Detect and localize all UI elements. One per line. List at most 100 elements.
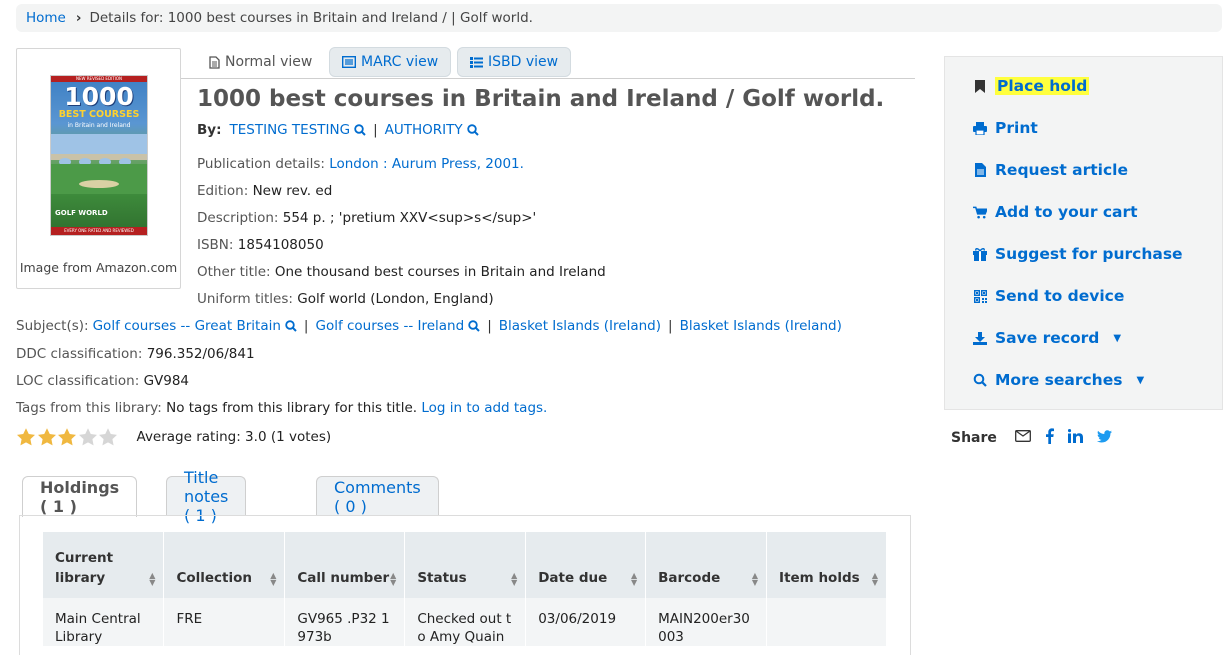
rating-stars[interactable] [16, 427, 119, 447]
edition-label: Edition: [197, 183, 249, 199]
cover-best-text: BEST COURSES [58, 109, 140, 120]
cover-big-text: 1000 [64, 82, 134, 111]
search-icon[interactable] [354, 124, 366, 136]
column-header-label: Call number [297, 570, 390, 586]
table-cell: Checked out to Amy Quain [404, 598, 527, 646]
cover-logo-text: GOLF WORLD [55, 209, 108, 217]
tags: Tags from this library: No tags from thi… [16, 400, 547, 416]
more-searches-dropdown[interactable]: More searches ▼ [973, 368, 1144, 392]
author-link-1[interactable]: TESTING TESTING [230, 122, 351, 138]
subject-link-3[interactable]: Blasket Islands (Ireland) [499, 318, 661, 334]
tab-title-notes[interactable]: Title notes ( 1 ) [166, 468, 247, 525]
uniform-titles-value: Golf world (London, England) [297, 291, 494, 307]
tags-value: No tags from this library for this title… [166, 400, 418, 416]
other-title-value: One thousand best courses in Britain and… [274, 264, 606, 280]
publication-details: Publication details: London : Aurum Pres… [197, 156, 524, 172]
subject-link-1[interactable]: Golf courses -- Great Britain [93, 318, 281, 334]
column-header[interactable]: Date due ▲ ▼ [525, 532, 647, 598]
sort-icon: ▲ ▼ [630, 571, 638, 587]
suggest-for-purchase-button[interactable]: Suggest for purchase [973, 242, 1183, 266]
suggest-for-purchase-label: Suggest for purchase [995, 245, 1183, 263]
star-icon[interactable] [78, 427, 98, 447]
add-to-cart-button[interactable]: Add to your cart [973, 200, 1138, 224]
print-label: Print [995, 119, 1038, 137]
tab-comments[interactable]: Comments ( 0 ) [316, 476, 439, 516]
share-bar: Share [951, 428, 1112, 448]
table-cell: GV965 .P32 1973b [284, 598, 406, 646]
separator: | [668, 318, 673, 334]
uniform-titles: Uniform titles: Golf world (London, Engl… [197, 291, 494, 307]
tab-marc-view[interactable]: MARC view [329, 47, 452, 77]
description-value: 554 p. ; 'pretium XXV<sup>s</sup>' [282, 210, 537, 226]
send-to-device-button[interactable]: Send to device [973, 284, 1124, 308]
other-title-label: Other title: [197, 264, 271, 280]
twitter-icon[interactable] [1096, 429, 1112, 447]
tags-label: Tags from this library: [16, 400, 162, 416]
star-icon[interactable] [37, 427, 57, 447]
publication-link[interactable]: London : Aurum Press, 2001. [329, 156, 524, 172]
column-header[interactable]: Item holds ▲ ▼ [766, 532, 887, 598]
breadcrumb-separator-icon: › [75, 10, 82, 26]
column-header-label: Barcode [658, 570, 721, 586]
shopping-cart-icon [973, 206, 987, 219]
download-icon [973, 331, 987, 345]
subject-link-2[interactable]: Golf courses -- Ireland [315, 318, 464, 334]
description: Description: 554 p. ; 'pretium XXV<sup>s… [197, 210, 536, 226]
column-header[interactable]: Current library ▲ ▼ [43, 532, 165, 598]
more-searches-label: More searches [995, 371, 1123, 389]
column-header[interactable]: Status ▲ ▼ [404, 532, 527, 598]
tab-holdings[interactable]: Holdings ( 1 ) [22, 476, 138, 517]
ddc-label: DDC classification: [16, 346, 143, 362]
request-article-label: Request article [995, 161, 1128, 179]
login-to-add-tags-link[interactable]: Log in to add tags. [421, 400, 547, 416]
author-link-2[interactable]: AUTHORITY [385, 122, 463, 138]
star-icon[interactable] [16, 427, 36, 447]
average-rating: Average rating: 3.0 (1 votes) [136, 429, 332, 445]
search-icon[interactable] [285, 320, 297, 332]
sort-icon: ▲ ▼ [871, 571, 878, 587]
gift-icon [973, 247, 987, 261]
loc-classification: LOC classification: GV984 [16, 373, 189, 389]
place-hold-button[interactable]: Place hold [973, 74, 1090, 98]
breadcrumb: Home › Details for: 1000 best courses in… [16, 4, 1222, 32]
print-button[interactable]: Print [973, 116, 1038, 140]
email-icon[interactable] [1014, 430, 1031, 446]
star-icon[interactable] [98, 427, 118, 447]
cover-image[interactable]: NEW REVISED EDITION 1000 BEST COURSES in… [50, 75, 148, 236]
search-icon[interactable] [466, 124, 479, 136]
column-header[interactable]: Call number ▲ ▼ [284, 532, 406, 598]
sort-icon: ▲ ▼ [270, 571, 277, 587]
breadcrumb-current: Details for: 1000 best courses in Britai… [89, 10, 533, 26]
table-header-row: Current library ▲ ▼ Collection ▲ ▼ Call number… [43, 532, 887, 598]
tab-normal-view[interactable]: Normal view [197, 47, 324, 77]
holdings-table: Current library ▲ ▼ Collection ▲ ▼ Call number… [43, 532, 887, 646]
sort-icon: ▲ ▼ [149, 571, 156, 587]
save-record-label: Save record [995, 329, 1100, 347]
column-header[interactable]: Barcode ▲ ▼ [645, 532, 768, 598]
caret-down-icon: ▼ [1113, 332, 1122, 344]
cover-image-box: NEW REVISED EDITION 1000 BEST COURSES in… [16, 48, 181, 289]
breadcrumb-home-link[interactable]: Home [26, 10, 66, 26]
facebook-icon[interactable] [1045, 428, 1054, 448]
cover-sub-text: in Britain and Ireland [67, 122, 131, 129]
qrcode-icon [973, 289, 987, 303]
cover-foot-text: EVERY ONE RATED AND REVIEWED [51, 227, 147, 235]
search-icon[interactable] [468, 320, 480, 332]
star-icon[interactable] [57, 427, 77, 447]
subjects-label: Subject(s): [16, 318, 89, 334]
column-header[interactable]: Collection ▲ ▼ [163, 532, 286, 598]
share-label: Share [951, 430, 997, 446]
publication-label: Publication details: [197, 156, 325, 172]
record-title: 1000 best courses in Britain and Ireland… [197, 86, 885, 112]
table-cell: FRE [163, 598, 286, 646]
sort-icon: ▲ ▼ [511, 571, 518, 587]
edition-value: New rev. ed [252, 183, 333, 199]
linkedin-icon[interactable] [1067, 429, 1083, 447]
tab-isbd-view[interactable]: ISBD view [457, 47, 572, 77]
subject-link-4[interactable]: Blasket Islands (Ireland) [680, 318, 842, 334]
ddc-value: 796.352/06/841 [146, 346, 255, 362]
column-header-label: Date due [538, 570, 608, 586]
request-article-button[interactable]: Request article [973, 158, 1128, 182]
bookmark-icon [973, 79, 987, 93]
save-record-dropdown[interactable]: Save record ▼ [973, 326, 1121, 350]
